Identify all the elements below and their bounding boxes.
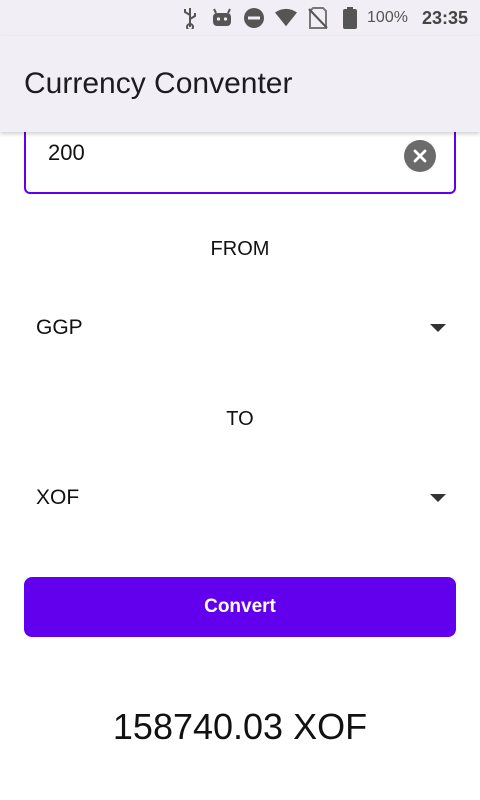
to-currency-value: XOF <box>36 486 80 509</box>
wifi-icon <box>275 7 298 29</box>
dropdown-arrow-icon <box>430 494 446 502</box>
conversion-result: 158740.03 XOF <box>112 706 368 747</box>
status-bar: 100% 23:35 <box>0 0 480 36</box>
battery-icon <box>339 7 361 29</box>
no-sim-icon <box>307 7 329 29</box>
clock: 23:35 <box>421 7 468 28</box>
battery-percent: 100% <box>367 9 408 26</box>
convert-button[interactable]: Convert <box>24 577 456 637</box>
clear-icon[interactable] <box>404 140 436 172</box>
app-title: Currency Conventer <box>24 67 293 100</box>
from-currency-value: GGP <box>36 316 83 339</box>
to-currency-dropdown[interactable]: XOF <box>24 474 456 522</box>
from-label: FROM <box>210 238 270 260</box>
dropdown-arrow-icon <box>430 324 446 332</box>
usb-icon <box>179 7 201 29</box>
amount-input[interactable] <box>48 140 444 166</box>
android-debug-icon <box>211 7 233 29</box>
from-currency-dropdown[interactable]: GGP <box>24 304 456 352</box>
do-not-disturb-icon <box>243 7 265 29</box>
to-label: TO <box>226 408 254 430</box>
app-bar: Currency Conventer <box>0 36 480 132</box>
